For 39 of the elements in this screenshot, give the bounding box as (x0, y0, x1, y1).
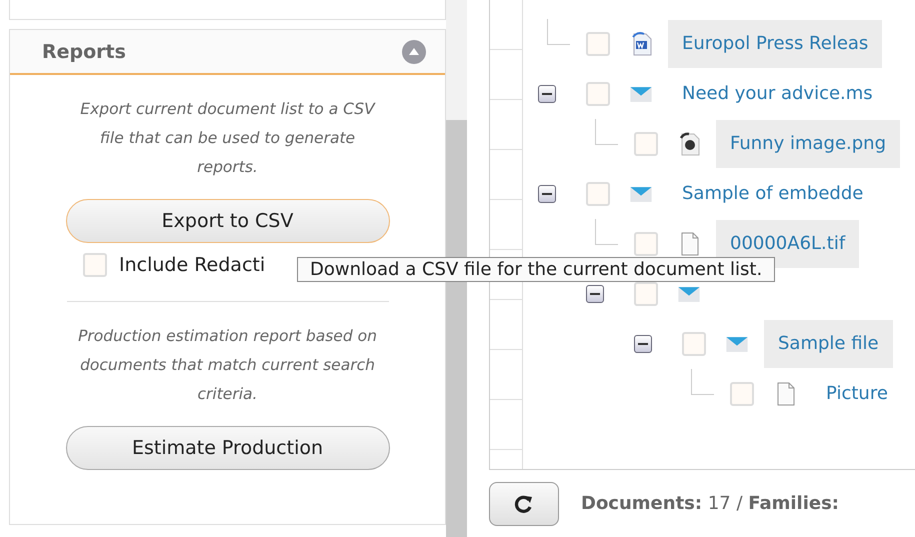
word-document-icon (630, 31, 654, 57)
refresh-icon (514, 494, 534, 514)
envelope-icon (678, 286, 700, 302)
checkbox-label: Include Redacti (119, 254, 266, 276)
collapse-toggle[interactable] (538, 85, 556, 103)
document-link[interactable]: Picture (812, 370, 902, 418)
estimate-production-button[interactable]: Estimate Production (66, 426, 390, 470)
estimate-description: Production estimation report based on documents that match current search criteria. (77, 326, 378, 405)
document-link[interactable]: Europol Press Releas (668, 20, 882, 68)
document-link[interactable]: Need your advice.ms (668, 70, 887, 118)
collapse-toggle[interactable] (538, 185, 556, 203)
envelope-icon (630, 86, 652, 102)
tree-line (595, 219, 618, 245)
collapse-toggle[interactable] (586, 285, 604, 303)
refresh-button[interactable] (489, 482, 559, 526)
collapse-icon[interactable] (402, 40, 426, 64)
tree-line (547, 19, 570, 45)
checkbox[interactable] (586, 32, 610, 56)
checkbox[interactable] (730, 382, 754, 406)
checkbox[interactable] (634, 282, 658, 306)
checkbox[interactable] (586, 82, 610, 106)
export-description: Export current document list to a CSV file that can be used to generate reports. (79, 99, 376, 178)
tree-line (691, 369, 714, 395)
checkbox[interactable] (83, 253, 107, 277)
document-link[interactable]: Sample file (764, 320, 893, 368)
tree-line (595, 119, 618, 145)
collapse-toggle[interactable] (634, 335, 652, 353)
envelope-icon (630, 186, 652, 202)
envelope-icon (726, 336, 748, 352)
checkbox[interactable] (634, 232, 658, 256)
image-file-icon (678, 131, 702, 157)
export-csv-button[interactable]: Export to CSV (66, 199, 390, 243)
document-count: Documents: 17 / Families: (581, 493, 840, 514)
document-link[interactable]: Sample of embedde (668, 170, 878, 218)
document-link[interactable]: Funny image.png (716, 120, 900, 168)
checkbox[interactable] (586, 182, 610, 206)
checkbox[interactable] (682, 332, 706, 356)
panel-title: Reports (42, 40, 126, 62)
checkbox[interactable] (634, 132, 658, 156)
